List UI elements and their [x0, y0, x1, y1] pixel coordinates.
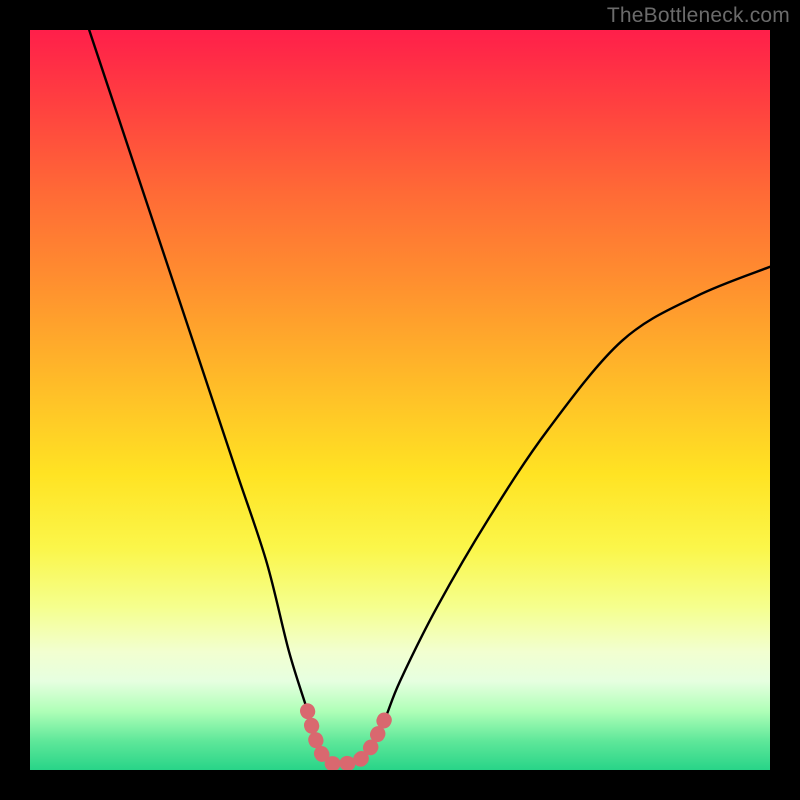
plot-area: [30, 30, 770, 770]
bottom-highlight: [308, 711, 386, 764]
watermark-text: TheBottleneck.com: [607, 4, 790, 28]
chart-svg: [30, 30, 770, 770]
main-curve: [89, 30, 770, 764]
chart-frame: TheBottleneck.com: [0, 0, 800, 800]
